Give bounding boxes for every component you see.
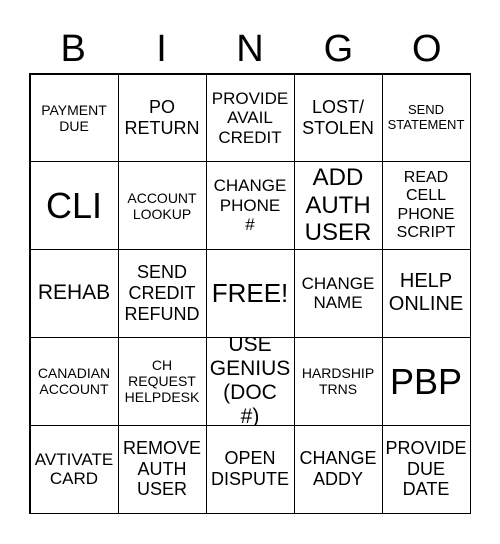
bingo-header: B I N G O xyxy=(29,24,471,74)
bingo-cell[interactable]: SEND CREDIT REFUND xyxy=(117,249,207,338)
bingo-cell[interactable]: CH REQUEST HELPDESK xyxy=(117,336,207,426)
bingo-cell[interactable]: PROVIDE DUE DATE xyxy=(381,424,471,514)
header-letter: I xyxy=(156,28,167,70)
bingo-cell[interactable]: CHANGE PHONE # xyxy=(205,161,295,251)
header-letter: N xyxy=(236,28,264,70)
bingo-cell[interactable]: ACCOUNT LOOKUP xyxy=(117,161,207,251)
bingo-cell[interactable]: ADD AUTH USER xyxy=(293,161,383,251)
bingo-cell[interactable]: PROVIDE AVAIL CREDIT xyxy=(205,73,295,163)
bingo-cell[interactable]: OPEN DISPUTE xyxy=(205,424,295,514)
bingo-cell[interactable]: REHAB xyxy=(29,249,119,338)
bingo-cell[interactable]: CHANGE ADDY xyxy=(293,424,383,514)
bingo-cell[interactable]: SEND STATEMENT xyxy=(381,73,471,163)
header-letter: B xyxy=(60,28,86,70)
header-letter: G xyxy=(323,28,354,70)
bingo-cell[interactable]: AVTIVATE CARD xyxy=(29,424,119,514)
bingo-cell[interactable]: CHANGE NAME xyxy=(293,249,383,338)
free-space[interactable]: FREE! xyxy=(205,249,295,338)
bingo-grid: PAYMENT DUE PO RETURN PROVIDE AVAIL CRED… xyxy=(29,73,471,514)
bingo-cell[interactable]: CLI xyxy=(29,161,119,251)
bingo-cell[interactable]: HARDSHIP TRNS xyxy=(293,336,383,426)
bingo-cell[interactable]: PO RETURN xyxy=(117,73,207,163)
header-letter: O xyxy=(411,28,442,70)
bingo-cell[interactable]: USE GENIUS (DOC #) xyxy=(205,336,295,426)
bingo-cell[interactable]: HELP ONLINE xyxy=(381,249,471,338)
bingo-cell[interactable]: READ CELL PHONE SCRIPT xyxy=(381,161,471,251)
bingo-cell[interactable]: LOST/ STOLEN xyxy=(293,73,383,163)
bingo-cell[interactable]: PAYMENT DUE xyxy=(29,73,119,163)
bingo-cell[interactable]: CANADIAN ACCOUNT xyxy=(29,336,119,426)
bingo-cell[interactable]: PBP xyxy=(381,336,471,426)
bingo-cell[interactable]: REMOVE AUTH USER xyxy=(117,424,207,514)
